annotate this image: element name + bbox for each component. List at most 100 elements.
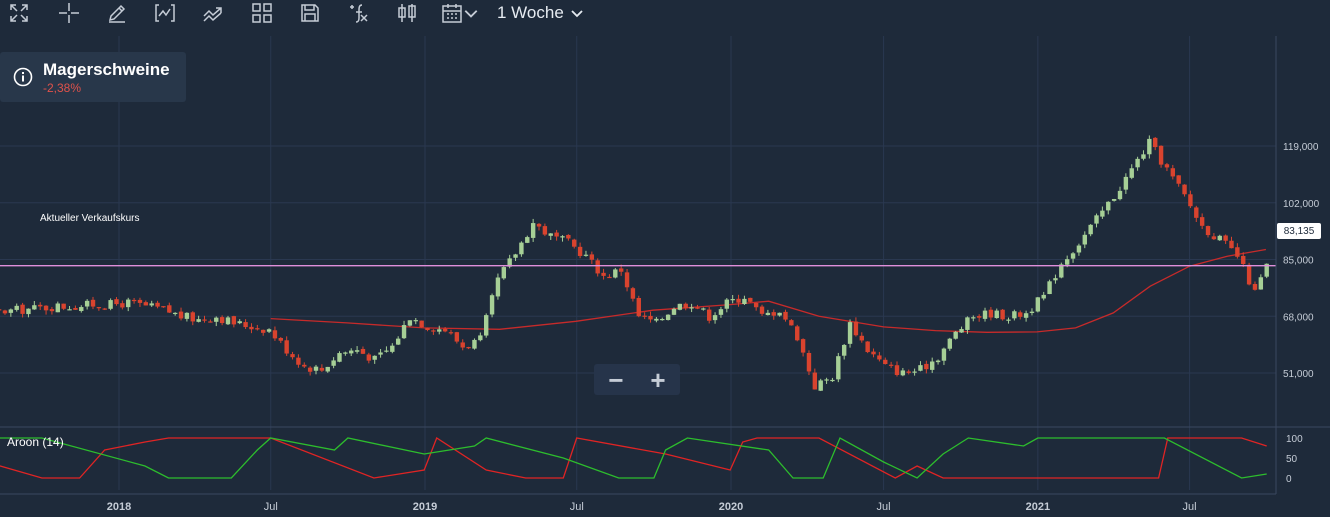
candle-body (272, 330, 278, 339)
layout-grid-icon[interactable] (250, 2, 274, 24)
indicator-label: Aroon (14) (7, 435, 64, 449)
candle-body (836, 356, 841, 380)
zoom-in-button[interactable]: + (640, 367, 676, 393)
calendar-chevron-down-icon[interactable] (463, 2, 479, 24)
candle-body (172, 312, 178, 315)
candle-body (513, 254, 518, 258)
candle-body (1153, 137, 1158, 148)
candle (37, 302, 43, 310)
candle (108, 298, 113, 311)
candle (607, 274, 612, 279)
candle-body (178, 311, 184, 319)
candle-body (8, 309, 14, 313)
pencil-icon[interactable] (105, 2, 129, 24)
candle-body (137, 299, 143, 303)
candle (319, 364, 325, 372)
candle-body (701, 308, 706, 310)
candle-body (1223, 235, 1228, 241)
candle (1106, 201, 1111, 215)
candle (384, 346, 389, 353)
candlestick-icon[interactable] (395, 2, 419, 24)
info-icon[interactable] (13, 67, 33, 87)
candle-body (742, 298, 747, 305)
candle (935, 359, 941, 365)
candle (454, 331, 460, 344)
candle-body (642, 315, 647, 317)
candle (859, 332, 864, 343)
candle-body (525, 237, 530, 243)
candle (601, 268, 606, 280)
candle (548, 233, 553, 240)
candle (765, 309, 771, 316)
candle (1182, 184, 1187, 197)
candle-body (131, 299, 137, 302)
candle-body (448, 332, 454, 334)
candle-body (1000, 309, 1005, 320)
candle (982, 307, 988, 322)
candle (143, 300, 149, 306)
chevron-down-icon (571, 10, 583, 18)
x-tick-label: 2021 (1026, 501, 1050, 513)
zoom-out-button[interactable]: − (598, 367, 634, 393)
x-tick-label: Jul (570, 501, 584, 513)
candle-body (26, 308, 31, 315)
candle-body (2, 310, 8, 314)
candle-body (877, 355, 882, 360)
candle (1023, 310, 1029, 322)
save-icon[interactable] (298, 2, 322, 24)
candle-body (1241, 255, 1246, 265)
candle (437, 325, 442, 335)
candle (1117, 186, 1123, 201)
candle-body (736, 298, 741, 303)
candle (795, 324, 800, 342)
candle (830, 377, 835, 382)
fullscreen-icon[interactable] (7, 2, 31, 24)
candle (343, 351, 348, 356)
instrument-change: -2,38% (43, 81, 82, 95)
candle-body (454, 332, 460, 342)
formula-icon[interactable] (346, 2, 370, 24)
chart-type-icon[interactable] (153, 2, 177, 24)
candle (665, 314, 671, 321)
candle-body (560, 236, 565, 238)
candle-body (1141, 154, 1146, 159)
candle-body (894, 365, 900, 375)
trend-icon[interactable] (201, 2, 225, 24)
candle-body (830, 379, 835, 382)
candle (1129, 164, 1134, 180)
candle (865, 341, 870, 354)
candle-body (953, 331, 958, 339)
candle-body (302, 364, 307, 367)
candle-body (55, 303, 60, 313)
candle-body (79, 307, 84, 312)
candle (155, 300, 160, 309)
crosshair-icon[interactable] (57, 2, 81, 24)
candle (73, 305, 78, 310)
candle-body (407, 320, 413, 326)
candle (894, 361, 900, 377)
candle (231, 315, 237, 328)
candle (1205, 225, 1211, 238)
candle (1047, 279, 1052, 295)
candle (32, 300, 37, 310)
calendar-icon[interactable] (440, 2, 464, 24)
aroon-down-line (0, 437, 1267, 479)
candle (624, 268, 630, 292)
candle-body (1164, 164, 1170, 168)
candle (853, 317, 859, 337)
candle-body (1252, 284, 1258, 290)
candle-body (484, 315, 489, 336)
candle (683, 302, 688, 311)
x-tick-label: Jul (264, 501, 278, 513)
candle (1070, 252, 1076, 263)
candle (278, 337, 284, 344)
candle-body (601, 272, 606, 276)
candle-body (337, 353, 342, 362)
period-selector[interactable]: 1 Woche (497, 2, 584, 24)
candle-body (14, 305, 19, 310)
price-chart[interactable]: 119,000 102,000 85,000 68,000 51,000 100 50 0 20… (0, 0, 1330, 517)
candle (959, 326, 964, 333)
candle (1000, 308, 1005, 321)
aroon-indicator (0, 426, 1330, 479)
candle (1252, 281, 1258, 291)
